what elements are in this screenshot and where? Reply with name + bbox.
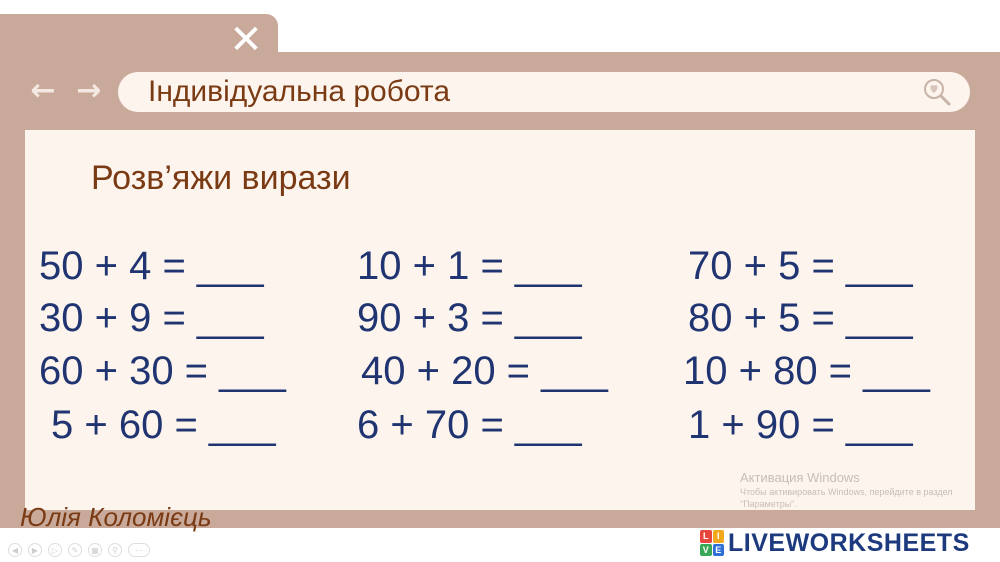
liveworksheets-brand: L I V E LIVEWORKSHEETS	[700, 528, 970, 558]
expression: 5 + 60 = ___	[51, 403, 276, 447]
windows-activation-watermark: Активация Windows Чтобы активировать Win…	[740, 470, 953, 510]
brand-name: LIVEWORKSHEETS	[728, 529, 970, 557]
play-icon[interactable]: ▶	[28, 543, 42, 557]
close-icon[interactable]: ✕	[226, 20, 266, 60]
liveworksheets-logo-icon: L I V E	[700, 530, 724, 556]
next-icon[interactable]: ▷	[48, 543, 62, 557]
logo-letter: E	[712, 543, 724, 556]
back-arrow-icon[interactable]: ←	[26, 76, 60, 106]
expression: 10 + 1 = ___	[357, 244, 582, 288]
expression: 10 + 80 = ___	[683, 349, 930, 393]
watermark-line: "Параметры".	[740, 499, 797, 509]
expression: 70 + 5 = ___	[688, 244, 913, 288]
zoom-icon[interactable]: ⚲	[108, 543, 122, 557]
forward-arrow-icon[interactable]: →	[72, 76, 106, 106]
task-title: Розв’яжи вирази	[91, 159, 351, 197]
expression: 6 + 70 = ___	[357, 403, 582, 447]
watermark-line: Активация Windows	[740, 470, 860, 485]
slides-icon[interactable]: ▦	[88, 543, 102, 557]
logo-letter: V	[700, 543, 712, 556]
watermark-line: Чтобы активировать Windows, перейдите в …	[740, 487, 953, 497]
expression: 50 + 4 = ___	[39, 244, 264, 288]
more-options-icon[interactable]: ⋯	[128, 543, 150, 557]
search-heart-icon	[924, 79, 951, 106]
expression: 80 + 5 = ___	[688, 296, 913, 340]
logo-letter: L	[700, 530, 712, 543]
expression: 1 + 90 = ___	[688, 403, 913, 447]
expression: 60 + 30 = ___	[39, 349, 286, 393]
expression: 30 + 9 = ___	[39, 296, 264, 340]
expression: 40 + 20 = ___	[361, 349, 608, 393]
author-name: Юлія Коломієць	[20, 502, 212, 532]
page-title: Індивідуальна робота	[148, 75, 451, 108]
address-bar: Індивідуальна робота	[118, 72, 970, 112]
slideshow-controls: ◀ ▶ ▷ ✎ ▦ ⚲ ⋯	[8, 543, 150, 557]
logo-letter: I	[712, 530, 724, 543]
previous-icon[interactable]: ◀	[8, 543, 22, 557]
content-panel: Розв’яжи вирази 50 + 4 = ___ 10 + 1 = __…	[25, 130, 975, 510]
pen-icon[interactable]: ✎	[68, 543, 82, 557]
expression: 90 + 3 = ___	[357, 296, 582, 340]
